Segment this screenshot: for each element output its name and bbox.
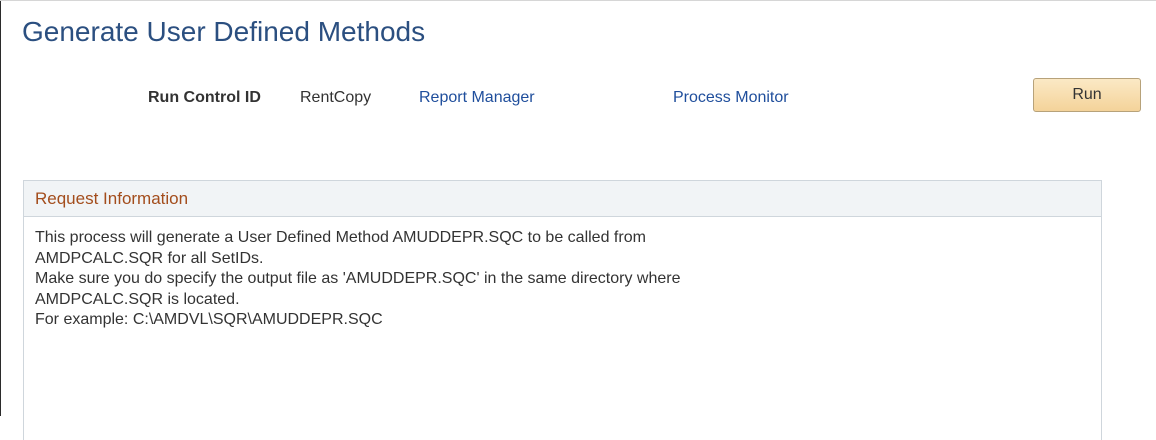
page-left-border <box>0 0 1 416</box>
info-line: This process will generate a User Define… <box>35 229 646 246</box>
report-manager-link[interactable]: Report Manager <box>419 89 535 107</box>
process-monitor-link[interactable]: Process Monitor <box>673 89 789 107</box>
info-line: AMDPCALC.SQR for all SetIDs. <box>35 249 264 267</box>
run-control-id-value: RentCopy <box>300 89 372 106</box>
run-control-id-label: Run Control ID <box>148 89 261 106</box>
info-line: For example: C:\AMDVL\SQR\AMUDDEPR.SQC <box>35 311 383 328</box>
request-information-header: Request Information <box>24 181 1101 217</box>
request-information-panel: Request Information This process will ge… <box>23 180 1102 440</box>
request-information-body: This process will generate a User Define… <box>24 217 1101 331</box>
info-line: AMDPCALC.SQR is located. <box>35 290 240 308</box>
run-button[interactable]: Run <box>1033 78 1141 112</box>
request-information-title: Request Information <box>35 188 189 208</box>
info-line: Make sure you do specify the output file… <box>35 270 681 287</box>
page-title: Generate User Defined Methods <box>22 16 426 47</box>
page-top-border <box>0 0 1156 1</box>
